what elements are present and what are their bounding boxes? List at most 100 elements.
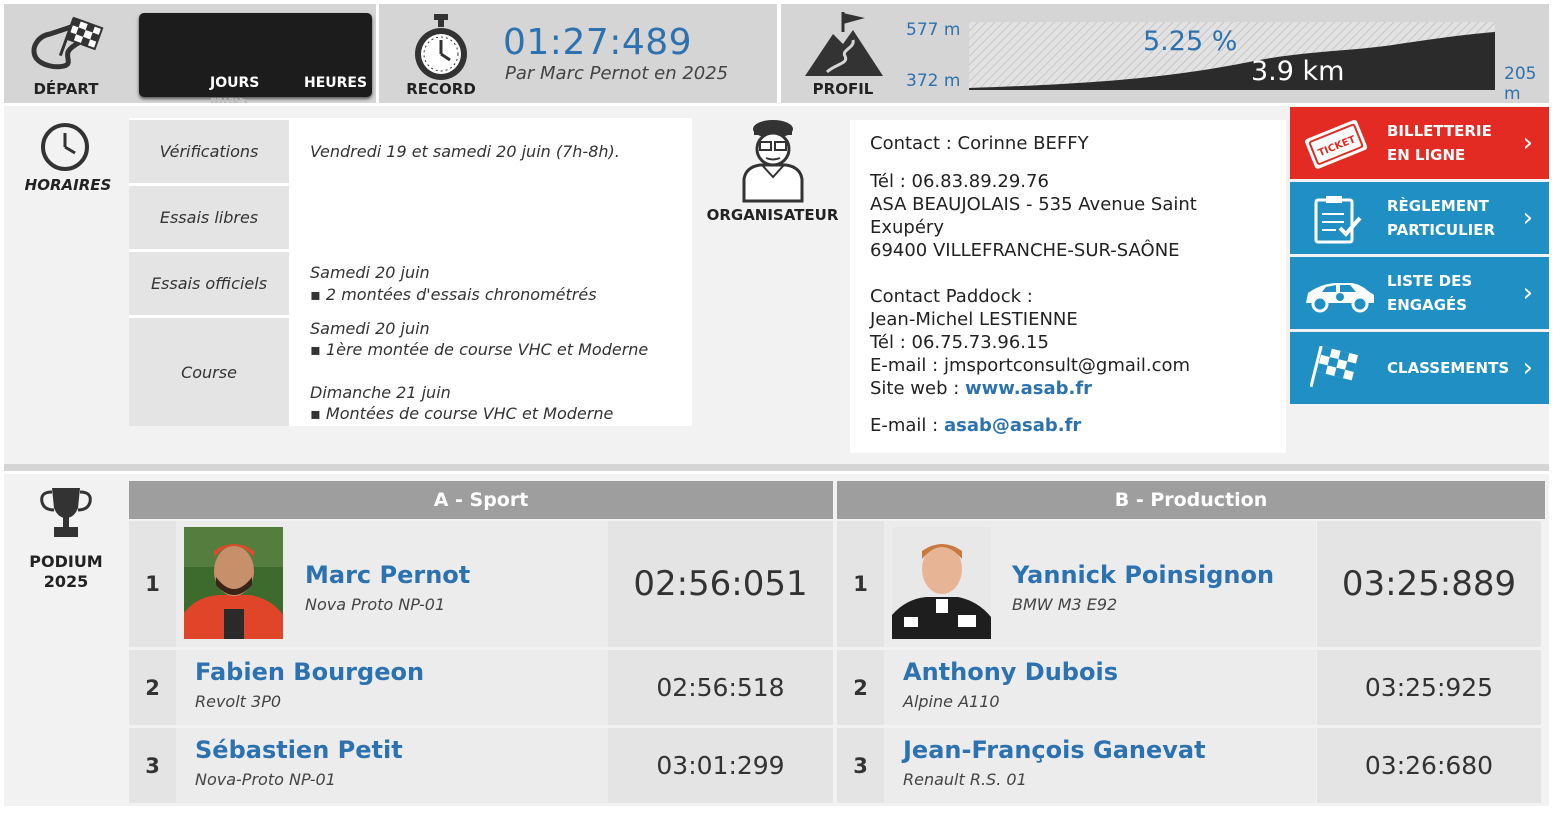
driver-name-link[interactable]: Yannick Poinsignon [1012, 561, 1274, 589]
contact-name: Contact : Corinne BEFFY [870, 133, 1089, 154]
podium-time: 02:56:051 [608, 521, 833, 647]
horaire-row-name: Vérifications [129, 120, 289, 183]
chevron-right-icon: › [1522, 128, 1533, 158]
address-line-3: 69400 VILLEFRANCHE-SUR-SAÔNE [870, 240, 1180, 261]
race-car-icon [1306, 283, 1374, 313]
classements-text: CLASSEMENTS [1387, 356, 1509, 380]
horaires-label: HORAIRES [24, 176, 112, 194]
podium-rank: 2 [129, 650, 176, 725]
profile-length: 3.9 km [1251, 56, 1345, 87]
driver-name-link[interactable]: Jean-François Ganevat [903, 736, 1206, 764]
record-panel: RECORD 01:27:489 Par Marc Pernot en 2025 [379, 4, 777, 103]
horaire-line: Samedi 20 juin [310, 263, 430, 282]
podium-rank: 3 [129, 728, 176, 803]
horaire-line: ▪ 1ère montée de course VHC et Moderne [310, 340, 649, 359]
podium-time: 03:01:299 [608, 728, 833, 803]
button-line: LISTE DES [1387, 272, 1473, 290]
site-web-prefix: Site web : [870, 378, 966, 399]
email-link[interactable]: asab@asab.fr [944, 415, 1081, 436]
podium-time: 03:26:680 [1317, 728, 1541, 803]
button-line: CLASSEMENTS [1387, 359, 1510, 377]
podium-label: PODIUM [29, 552, 103, 571]
paddock-name: Jean-Michel LESTIENNE [870, 309, 1078, 330]
podium-rank: 3 [837, 728, 884, 803]
button-line: BILLETTERIE [1387, 122, 1492, 140]
driver-photo [892, 527, 991, 639]
paddock-email: E-mail : jmsportconsult@gmail.com [870, 355, 1191, 376]
altitude-bottom: 372 m [906, 71, 961, 91]
profile-denivele: 205 m [1504, 64, 1537, 104]
horaire-line: ▪ 2 montées d'essais chronométrés [310, 285, 597, 304]
driver-car: BMW M3 E92 [1012, 595, 1118, 614]
depart-label: DÉPART [33, 80, 99, 98]
horaire-line: Samedi 20 juin [310, 319, 430, 338]
chevron-right-icon: › [1522, 353, 1533, 383]
clock-icon [41, 123, 89, 171]
section-divider [4, 464, 1549, 471]
countdown-hours-label: HEURES [304, 75, 368, 91]
paddock-tel: Tél : 06.75.73.96.15 [870, 332, 1049, 353]
circuit-flag-icon [31, 16, 104, 70]
classements-button[interactable]: CLASSEMENTS › [1290, 332, 1549, 404]
mountain-flag-icon [805, 12, 883, 76]
billetterie-button[interactable]: TICKET BILLETTERIE EN LIGNE › [1290, 107, 1549, 179]
horaire-row-details: Samedi 20 juin ▪ 1ère montée de course V… [290, 318, 690, 426]
podium-rank: 1 [129, 521, 176, 647]
podium-time: 02:56:518 [608, 650, 833, 725]
stopwatch-icon [415, 14, 467, 80]
horaire-line: ▪ Montées de course VHC et Moderne [310, 404, 614, 423]
horaire-line: Dimanche 21 juin [310, 383, 451, 402]
button-line: RÈGLEMENT [1387, 197, 1489, 215]
horaire-row-details [290, 186, 690, 249]
clipboard-icon [1314, 196, 1362, 244]
podium-year: 2025 [43, 572, 89, 591]
email-prefix: E-mail : [870, 415, 944, 436]
liste-engages-button[interactable]: LISTE DES ENGAGÉS › [1290, 257, 1549, 329]
driver-car: Alpine A110 [903, 692, 1000, 711]
countdown-box: JOURS HEURES [139, 13, 372, 97]
chevron-right-icon: › [1522, 203, 1533, 233]
checkered-flag-icon [1310, 346, 1359, 388]
driver-name-link[interactable]: Fabien Bourgeon [195, 658, 424, 686]
podium-group-header: B - Production [837, 481, 1545, 519]
horaire-row-name: Course [129, 318, 289, 426]
contact-tel: Tél : 06.83.89.29.76 [870, 171, 1049, 192]
trophy-icon [40, 488, 92, 537]
podium-rank: 2 [837, 650, 884, 725]
podium-time: 03:25:889 [1317, 521, 1541, 647]
profil-panel: PROFIL 577 m 372 m 5.25 % 3.9 km 205 m [781, 4, 1549, 104]
organizer-person-icon [742, 120, 804, 203]
organisateur-label: ORGANISATEUR [706, 206, 839, 224]
record-label: RECORD [406, 80, 476, 98]
horaire-row-name: Essais libres [129, 186, 289, 249]
horaire-row-name: Essais officiels [129, 252, 289, 315]
liste-engages-text: LISTE DES ENGAGÉS [1387, 269, 1472, 317]
countdown-minutes-label: MINS [210, 98, 248, 103]
horaire-line: Vendredi 19 et samedi 20 juin (7h-8h). [310, 142, 620, 161]
countdown-days-label: JOURS [210, 75, 260, 91]
podium-time: 03:25:925 [1317, 650, 1541, 725]
reglement-button[interactable]: RÈGLEMENT PARTICULIER › [1290, 182, 1549, 254]
altitude-top: 577 m [906, 20, 961, 40]
chevron-right-icon: › [1522, 278, 1533, 308]
horaire-row-details: Samedi 20 juin ▪ 2 montées d'essais chro… [290, 252, 690, 315]
button-line: PARTICULIER [1387, 221, 1496, 239]
billetterie-text: BILLETTERIE EN LIGNE [1387, 119, 1492, 167]
address-line-1: ASA BEAUJOLAIS - 535 Avenue Saint [870, 194, 1197, 215]
podium-group-header: A - Sport [129, 481, 833, 519]
driver-photo [184, 527, 283, 639]
depart-panel: DÉPART JOURS HEURES MINS [4, 4, 376, 103]
driver-name-link[interactable]: Sébastien Petit [195, 736, 403, 764]
driver-car: Revolt 3P0 [195, 692, 282, 711]
record-time: 01:27:489 [503, 22, 693, 63]
driver-car: Nova-Proto NP-01 [195, 770, 336, 789]
site-web-link[interactable]: www.asab.fr [965, 378, 1092, 399]
paddock-label: Contact Paddock : [870, 286, 1033, 307]
profil-label: PROFIL [812, 80, 874, 98]
button-line: EN LIGNE [1387, 146, 1466, 164]
driver-name-link[interactable]: Anthony Dubois [903, 658, 1118, 686]
driver-name-link[interactable]: Marc Pernot [305, 561, 470, 589]
driver-car: Renault R.S. 01 [903, 770, 1027, 789]
podium-rank: 1 [837, 521, 884, 647]
record-by: Par Marc Pernot en 2025 [505, 63, 729, 84]
